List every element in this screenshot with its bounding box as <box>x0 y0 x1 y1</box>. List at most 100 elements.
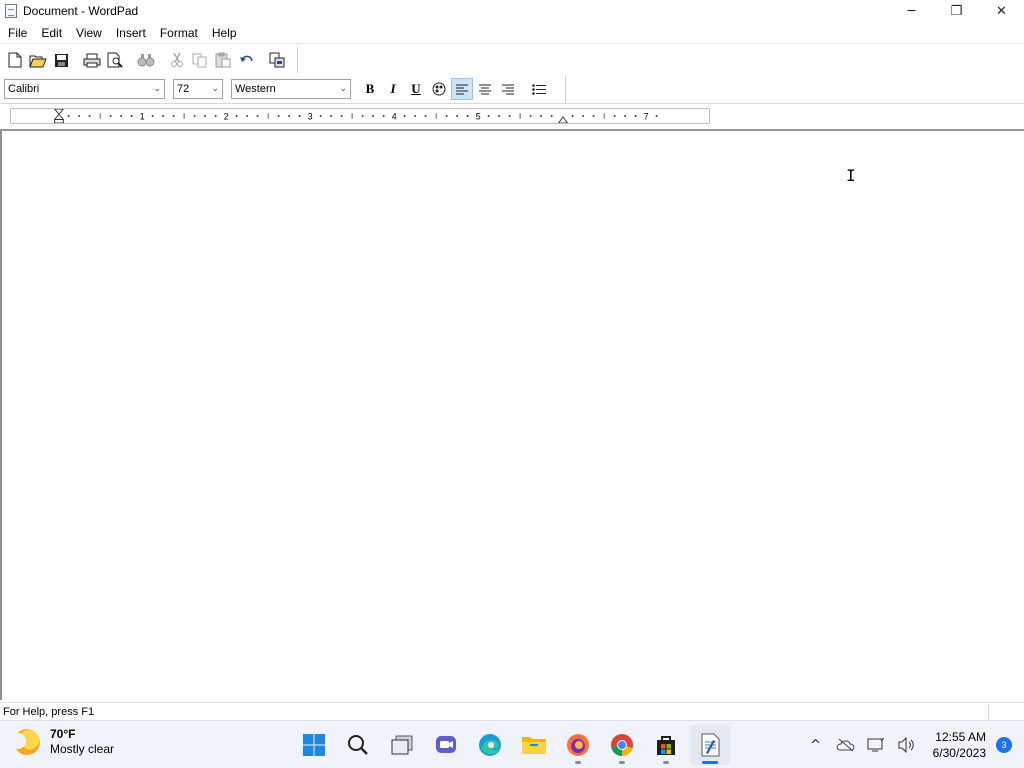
teams-button[interactable] <box>426 725 466 765</box>
find-icon[interactable] <box>135 49 157 71</box>
left-indent-marker[interactable] <box>53 109 65 120</box>
firefox-icon <box>567 734 589 756</box>
align-center-button[interactable] <box>474 78 496 100</box>
firefox-button[interactable] <box>558 725 598 765</box>
text-cursor-icon: I <box>846 166 856 185</box>
weather-moon-icon <box>10 729 40 755</box>
italic-button[interactable]: I <box>382 78 404 100</box>
status-bar: For Help, press F1 <box>0 702 1024 720</box>
align-left-button[interactable] <box>451 78 473 100</box>
ruler-tick <box>445 114 448 118</box>
print-preview-icon[interactable] <box>104 49 126 71</box>
ruler-tick <box>382 114 385 118</box>
ruler-tick <box>298 114 301 118</box>
menu-help[interactable]: Help <box>205 22 244 44</box>
menu-file[interactable]: File <box>0 22 34 44</box>
ruler-tick <box>204 114 207 118</box>
chevron-down-icon[interactable]: ⌄ <box>153 80 161 98</box>
menu-format[interactable]: Format <box>153 22 205 44</box>
menu-view[interactable]: View <box>69 22 109 44</box>
menu-insert[interactable]: Insert <box>109 22 153 44</box>
bullets-button[interactable] <box>528 78 550 100</box>
ruler-tick <box>498 114 501 118</box>
ruler-ticks <box>67 113 658 119</box>
network-icon[interactable] <box>864 733 888 757</box>
search-icon <box>348 735 368 755</box>
undo-icon[interactable] <box>235 49 257 71</box>
ruler-tick <box>193 114 196 118</box>
ruler-tick <box>88 114 91 118</box>
script-dropdown[interactable]: Western ⌄ <box>231 79 351 99</box>
ruler-tick <box>109 114 112 118</box>
edge-button[interactable] <box>470 725 510 765</box>
ruler-tick <box>634 114 637 118</box>
ruler-tick <box>319 114 322 118</box>
minimize-button[interactable]: ─ <box>889 0 934 22</box>
active-indicator <box>702 761 718 764</box>
ruler[interactable]: 1 2 3 4 5 7 <box>10 108 710 124</box>
font-size-dropdown[interactable]: 72 ⌄ <box>173 79 223 99</box>
file-explorer-button[interactable] <box>514 725 554 765</box>
ruler-tick <box>414 114 417 118</box>
new-icon[interactable] <box>4 49 26 71</box>
insert-object-icon[interactable] <box>266 49 288 71</box>
chrome-icon <box>611 734 633 756</box>
ruler-tick <box>340 114 343 118</box>
cut-icon[interactable] <box>166 49 188 71</box>
ruler-tick <box>403 114 406 118</box>
search-button[interactable] <box>338 725 378 765</box>
format-toolbar: Calibri ⌄ 72 ⌄ Western ⌄ B I U <box>4 75 566 103</box>
window-title: Document - WordPad <box>23 4 139 18</box>
chrome-button[interactable] <box>602 725 642 765</box>
color-button[interactable] <box>428 78 450 100</box>
ruler-tick <box>466 114 469 118</box>
ruler-tick <box>120 114 123 118</box>
tray-overflow-chevron-icon[interactable]: ^ <box>804 733 828 757</box>
weather-widget[interactable]: 70°F Mostly clear <box>10 727 114 757</box>
start-button[interactable] <box>294 725 334 765</box>
system-tray: ^ 12:55 AM 6/30/2023 3 <box>801 721 1024 768</box>
ruler-tick <box>508 114 511 118</box>
ruler-tick <box>235 114 238 118</box>
volume-icon[interactable] <box>894 733 918 757</box>
open-icon[interactable] <box>27 49 49 71</box>
teams-chat-icon <box>436 736 456 753</box>
ruler-number: 3 <box>308 112 313 122</box>
underline-button[interactable]: U <box>405 78 427 100</box>
ruler-tick <box>424 114 427 118</box>
align-center-icon <box>479 84 491 94</box>
document-editor[interactable] <box>0 130 1024 700</box>
print-icon[interactable] <box>81 49 103 71</box>
close-button[interactable]: ✕ <box>979 0 1024 22</box>
ruler-tick <box>372 114 375 118</box>
menu-edit[interactable]: Edit <box>34 22 69 44</box>
save-icon[interactable] <box>50 49 72 71</box>
ruler-tick <box>624 114 627 118</box>
store-button[interactable] <box>646 725 686 765</box>
onedrive-offline-icon[interactable] <box>834 733 858 757</box>
chevron-down-icon[interactable]: ⌄ <box>211 80 219 98</box>
align-left-icon <box>456 84 468 94</box>
font-name-dropdown[interactable]: Calibri ⌄ <box>4 79 165 99</box>
maximize-button[interactable]: ❐ <box>934 0 979 22</box>
wordpad-app-icon[interactable] <box>5 4 17 18</box>
ruler-tick <box>655 114 658 118</box>
notification-badge[interactable]: 3 <box>996 737 1012 753</box>
clock[interactable]: 12:55 AM 6/30/2023 <box>933 729 986 761</box>
task-view-button[interactable] <box>382 725 422 765</box>
toolbar-area: Calibri ⌄ 72 ⌄ Western ⌄ B I U <box>0 44 1024 104</box>
paste-icon[interactable] <box>212 49 234 71</box>
ruler-number: 5 <box>476 112 481 122</box>
bold-button[interactable]: B <box>359 78 381 100</box>
right-indent-marker[interactable] <box>558 116 568 123</box>
windows-logo-icon <box>303 734 325 756</box>
copy-icon[interactable] <box>189 49 211 71</box>
ruler-tick <box>456 114 459 118</box>
align-right-button[interactable] <box>497 78 519 100</box>
chevron-down-icon[interactable]: ⌄ <box>339 80 347 98</box>
wordpad-taskbar-button[interactable] <box>690 725 730 765</box>
task-view-icon <box>391 735 413 755</box>
ruler-tick <box>162 114 165 118</box>
ruler-tick <box>361 114 364 118</box>
left-margin-marker[interactable] <box>54 119 64 124</box>
